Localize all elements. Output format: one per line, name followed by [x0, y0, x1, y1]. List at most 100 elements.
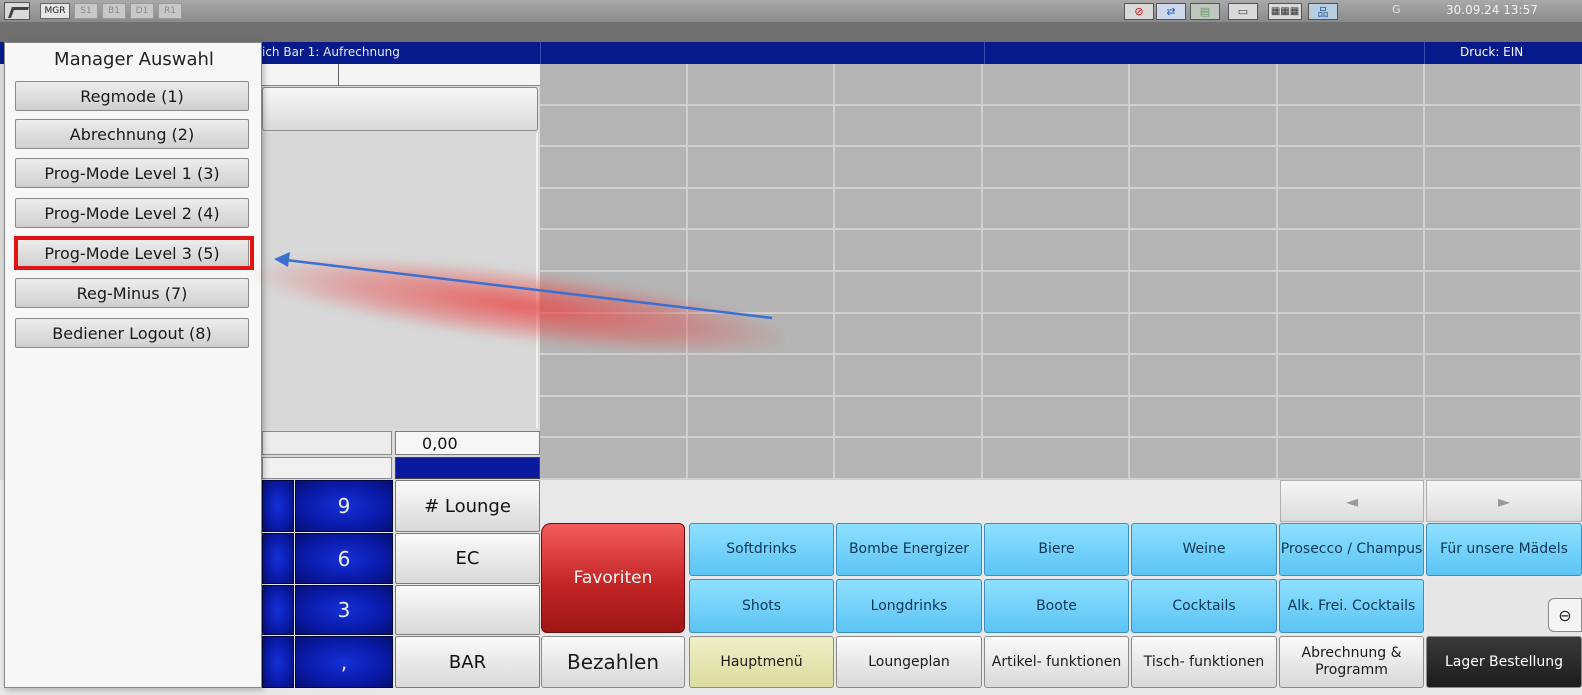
category-biere[interactable]: Biere	[984, 523, 1129, 576]
favorites-button[interactable]: Favoriten	[541, 523, 685, 633]
article-cell[interactable]	[1425, 105, 1582, 148]
artikelfunktionen-button[interactable]: Artikel- funktionen	[984, 636, 1129, 688]
article-cell[interactable]	[1425, 355, 1582, 397]
hierarchy-icon[interactable]: 品	[1308, 3, 1338, 20]
mode-button-d1[interactable]: D1	[130, 3, 154, 19]
article-cell[interactable]	[540, 355, 688, 397]
keypad-key-9[interactable]: 9	[295, 480, 393, 532]
mode-button-mgr[interactable]: MGR	[40, 3, 70, 19]
keyboard-icon[interactable]: ▦▦▦	[1268, 3, 1302, 20]
mode-button-s1[interactable]: S1	[74, 3, 98, 19]
lager-bestellung-button[interactable]: Lager Bestellung	[1426, 636, 1582, 688]
article-cell[interactable]	[983, 272, 1130, 314]
menu-item-regmode[interactable]: Regmode (1)	[15, 81, 249, 111]
monitor-icon[interactable]: ▭	[1228, 3, 1258, 20]
article-cell[interactable]	[983, 396, 1130, 439]
article-cell[interactable]	[540, 396, 688, 439]
article-cell[interactable]	[688, 438, 835, 480]
bar-button[interactable]: BAR	[395, 636, 540, 688]
category-bombe-energizer[interactable]: Bombe Energizer	[836, 523, 982, 576]
category-longdrinks[interactable]: Longdrinks	[836, 579, 982, 633]
lounge-button[interactable]: # Lounge	[395, 480, 540, 532]
article-cell[interactable]	[835, 188, 983, 231]
article-cell[interactable]	[1130, 64, 1278, 106]
article-cell[interactable]	[540, 64, 688, 106]
article-cell[interactable]	[983, 105, 1130, 148]
article-cell[interactable]	[1130, 188, 1278, 231]
mode-button-b1[interactable]: B1	[102, 3, 126, 19]
article-cell[interactable]	[688, 396, 835, 439]
article-cell[interactable]	[1278, 230, 1425, 272]
menu-item-reg-minus[interactable]: Reg-Minus (7)	[15, 278, 249, 308]
article-cell[interactable]	[835, 313, 983, 356]
receipt-input[interactable]	[262, 87, 538, 131]
menu-item-bediener-logout[interactable]: Bediener Logout (8)	[15, 318, 249, 348]
article-cell[interactable]	[540, 147, 688, 189]
article-cell[interactable]	[688, 64, 835, 106]
article-cell[interactable]	[1278, 355, 1425, 397]
abrechnung-programm-button[interactable]: Abrechnung & Programm	[1279, 636, 1424, 688]
keypad-key-6[interactable]: 6	[295, 533, 393, 584]
article-cell[interactable]	[1130, 355, 1278, 397]
article-cell[interactable]	[835, 272, 983, 314]
ec-button[interactable]: EC	[395, 533, 540, 584]
menu-item-prog-mode-level-2[interactable]: Prog-Mode Level 2 (4)	[15, 198, 249, 228]
article-cell[interactable]	[1130, 396, 1278, 439]
keypad-key[interactable]	[262, 585, 294, 635]
keypad-key[interactable]	[262, 636, 294, 688]
article-cell[interactable]	[540, 230, 688, 272]
category-alk-frei-cocktails[interactable]: Alk. Frei. Cocktails	[1279, 579, 1424, 633]
category-boote[interactable]: Boote	[984, 579, 1129, 633]
category-fur-unsere-madels[interactable]: Für unsere Mädels	[1426, 523, 1582, 576]
article-cell[interactable]	[1130, 105, 1278, 148]
article-cell[interactable]	[835, 396, 983, 439]
article-cell[interactable]	[1278, 313, 1425, 356]
empty-function-button[interactable]	[395, 585, 540, 635]
article-cell[interactable]	[835, 105, 983, 148]
article-cell[interactable]	[835, 64, 983, 106]
page-left-button[interactable]: ◄	[1280, 480, 1424, 522]
article-cell[interactable]	[1130, 272, 1278, 314]
article-cell[interactable]	[1278, 396, 1425, 439]
article-cell[interactable]	[835, 230, 983, 272]
article-cell[interactable]	[1130, 230, 1278, 272]
bezahlen-button[interactable]: Bezahlen	[541, 636, 685, 688]
menu-item-abrechnung[interactable]: Abrechnung (2)	[15, 119, 249, 149]
article-cell[interactable]	[1425, 147, 1582, 189]
article-cell[interactable]	[1425, 230, 1582, 272]
article-cell[interactable]	[1278, 272, 1425, 314]
article-cell[interactable]	[983, 188, 1130, 231]
network-icon[interactable]: ⇄	[1156, 3, 1186, 20]
article-cell[interactable]	[688, 230, 835, 272]
article-cell[interactable]	[835, 147, 983, 189]
keypad-key-comma[interactable]: ,	[295, 636, 393, 688]
mode-button-r1[interactable]: R1	[158, 3, 182, 19]
keypad-key[interactable]	[262, 480, 294, 532]
article-cell[interactable]	[1130, 147, 1278, 189]
folder-icon[interactable]: ▤	[1190, 3, 1220, 20]
no-entry-icon[interactable]: ⊘	[1124, 3, 1154, 20]
article-cell[interactable]	[983, 313, 1130, 356]
article-cell[interactable]	[1425, 272, 1582, 314]
article-cell[interactable]	[983, 147, 1130, 189]
article-cell[interactable]	[688, 147, 835, 189]
article-cell[interactable]	[1278, 147, 1425, 189]
article-cell[interactable]	[540, 105, 688, 148]
loungeplan-button[interactable]: Loungeplan	[836, 636, 982, 688]
category-cocktails[interactable]: Cocktails	[1131, 579, 1277, 633]
print-status[interactable]: Druck: EIN	[1460, 45, 1523, 59]
article-cell[interactable]	[1130, 438, 1278, 480]
keypad-key[interactable]	[262, 533, 294, 584]
article-cell[interactable]	[540, 188, 688, 231]
collapse-icon[interactable]: ⊖	[1548, 598, 1582, 632]
article-cell[interactable]	[835, 355, 983, 397]
article-cell[interactable]	[1278, 64, 1425, 106]
article-cell[interactable]	[983, 230, 1130, 272]
tischfunktionen-button[interactable]: Tisch- funktionen	[1131, 636, 1277, 688]
article-cell[interactable]	[1278, 438, 1425, 480]
category-shots[interactable]: Shots	[689, 579, 834, 633]
category-softdrinks[interactable]: Softdrinks	[689, 523, 834, 576]
keypad-key-3[interactable]: 3	[295, 585, 393, 635]
category-weine[interactable]: Weine	[1131, 523, 1277, 576]
article-cell[interactable]	[1425, 313, 1582, 356]
